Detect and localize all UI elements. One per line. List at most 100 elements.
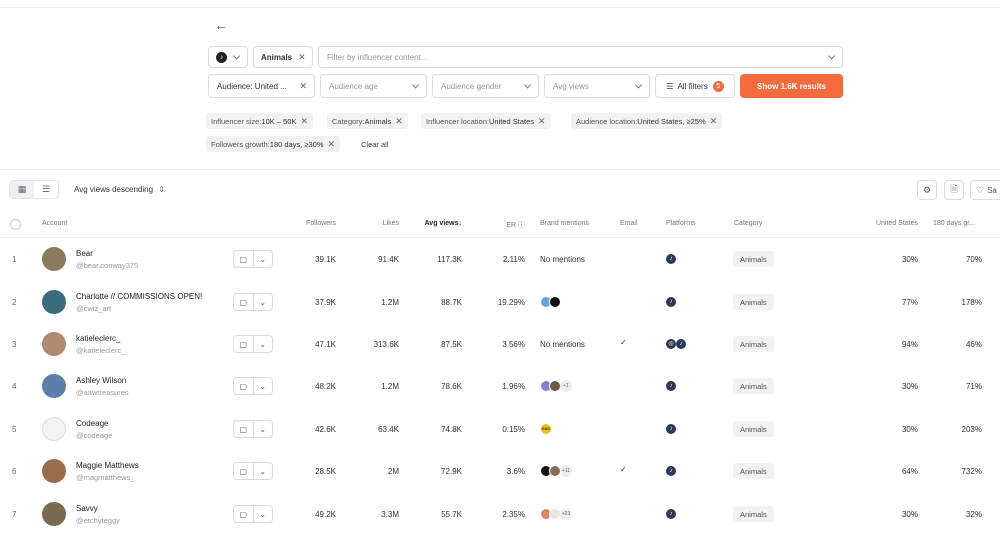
account-name[interactable]: Bear [76, 249, 93, 258]
table-row[interactable]: 5 Codeage @codeage ▢ ⌄ 42.6K 63.4K 74.8K… [0, 408, 1000, 450]
audience-location-select[interactable]: Audience: United ... ✕ [208, 74, 315, 98]
account-name[interactable]: Maggie Matthews [76, 461, 139, 470]
save-to-list-control[interactable]: ▢ ⌄ [233, 293, 273, 311]
show-results-button[interactable]: Show 1.6K results [740, 74, 843, 98]
chip-key: Influencer location: [426, 116, 489, 126]
bookmark-icon[interactable]: ▢ [234, 251, 253, 267]
more-mentions-count[interactable]: +1 [560, 380, 572, 392]
tiktok-icon[interactable]: ♪ [666, 509, 676, 519]
avatar[interactable] [42, 502, 66, 526]
chevron-down-icon[interactable]: ⌄ [252, 378, 273, 394]
search-input[interactable]: Filter by influencer content... [318, 46, 843, 68]
active-filter-chip[interactable]: Influencer size: 10K – 50K ✕ [206, 113, 314, 129]
col-brand-mentions[interactable]: Brand mentions [540, 220, 589, 227]
close-icon[interactable]: ✕ [298, 52, 306, 63]
active-filter-chip[interactable]: Category: Animals ✕ [327, 113, 408, 129]
bookmark-icon[interactable]: ▢ [234, 421, 253, 437]
close-icon[interactable]: ✕ [328, 139, 336, 150]
avg-views-select[interactable]: Avg views [544, 74, 650, 98]
bookmark-icon[interactable]: ▢ [234, 463, 253, 479]
settings-button[interactable]: ⚙ [917, 180, 937, 200]
save-to-list-control[interactable]: ▢ ⌄ [233, 250, 273, 268]
close-icon[interactable]: ✕ [538, 116, 546, 127]
growth-value: 71% [965, 382, 982, 391]
account-name[interactable]: katieleclerc_ [76, 334, 120, 343]
tiktok-icon[interactable]: ♪ [666, 254, 676, 264]
back-arrow-icon[interactable]: ← [214, 17, 228, 33]
tiktok-icon[interactable]: ♪ [666, 424, 676, 434]
account-name[interactable]: Codeage [76, 419, 108, 428]
more-mentions-count[interactable]: +23 [560, 508, 572, 520]
col-growth[interactable]: 180 days gr... [933, 220, 975, 227]
table-row[interactable]: 2 Charlotte // COMMISSIONS OPEN! @cwiz_a… [0, 281, 1000, 323]
chevron-down-icon[interactable]: ⌄ [252, 506, 273, 522]
sort-select[interactable]: Avg views descending ⇕ [74, 185, 165, 194]
audience-gender-select[interactable]: Audience gender [432, 74, 539, 98]
avatar[interactable] [42, 332, 66, 356]
avatar[interactable] [42, 374, 66, 398]
category-filter[interactable]: Animals ✕ [253, 46, 313, 68]
select-all-checkbox[interactable] [10, 219, 21, 230]
export-csv-button[interactable]: 🗎 [944, 180, 964, 200]
chevron-down-icon[interactable]: ⌄ [252, 294, 273, 310]
tiktok-icon[interactable]: ♪ [666, 381, 676, 391]
close-icon[interactable]: ✕ [395, 116, 403, 127]
col-email[interactable]: Email [620, 220, 638, 227]
table-row[interactable]: 4 Ashley Wilson @aawtreasures ▢ ⌄ 48.2K … [0, 365, 1000, 407]
more-mentions-count[interactable]: +11 [560, 465, 572, 477]
account-name[interactable]: Ashley Wilson [76, 376, 126, 385]
chevron-down-icon[interactable]: ⌄ [252, 251, 273, 267]
instagram-icon[interactable]: ◎ [666, 338, 676, 349]
active-filter-chip[interactable]: Followers growth: 180 days, ≥30% ✕ [206, 136, 341, 152]
table-row[interactable]: 1 Bear @bear.conway375 ▢ ⌄ 39.1K 91.4K 1… [0, 238, 1000, 280]
bookmark-icon[interactable]: ▢ [234, 378, 253, 394]
col-er[interactable]: ER ⓘ [495, 220, 525, 230]
table-row[interactable]: 6 Maggie Matthews @magmatthews_ ▢ ⌄ 28.5… [0, 450, 1000, 492]
avatar[interactable] [42, 417, 66, 441]
account-name[interactable]: Savvy [76, 504, 98, 513]
grid-view-icon[interactable]: ▦ [10, 181, 34, 198]
list-view-icon[interactable]: ☰ [34, 181, 58, 198]
view-toggle[interactable]: ▦ ☰ [9, 180, 59, 199]
close-icon[interactable]: ✕ [299, 81, 307, 92]
chevron-down-icon[interactable]: ⌄ [252, 336, 273, 352]
avatar[interactable] [42, 247, 66, 271]
table-row[interactable]: 3 katieleclerc_ @katieleclerc_ ▢ ⌄ 47.1K… [0, 323, 1000, 365]
save-to-list-control[interactable]: ▢ ⌄ [233, 462, 273, 480]
col-likes[interactable]: Likes [359, 220, 399, 227]
active-filter-chip[interactable]: Audience location: United States, ≥25% ✕ [571, 113, 723, 129]
all-filters-button[interactable]: ☰ All filters 5 [655, 74, 735, 98]
close-icon[interactable]: ✕ [300, 116, 308, 127]
chip-key: Influencer size: [211, 116, 262, 126]
bookmark-icon[interactable]: ▢ [234, 506, 253, 522]
col-category[interactable]: Category [734, 220, 762, 227]
clear-all-link[interactable]: Clear all [361, 140, 389, 149]
chevron-down-icon[interactable]: ⌄ [252, 463, 273, 479]
tiktok-icon[interactable]: ♪ [676, 339, 686, 349]
col-followers[interactable]: Followers [296, 220, 336, 227]
tiktok-icon[interactable]: ♪ [666, 466, 676, 476]
col-account[interactable]: Account [42, 220, 67, 227]
close-icon[interactable]: ✕ [710, 116, 718, 127]
audience-age-select[interactable]: Audience age [320, 74, 427, 98]
table-row[interactable]: 7 Savvy @etchyteggy ▢ ⌄ 49.2K 3.3M 55.7K… [0, 493, 1000, 535]
col-avg-views[interactable]: Avg views↓ [412, 220, 462, 227]
bookmark-icon[interactable]: ▢ [234, 294, 253, 310]
save-to-list-control[interactable]: ▢ ⌄ [233, 420, 273, 438]
col-platforms[interactable]: Platforms [666, 220, 696, 227]
brand-logo[interactable] [549, 296, 561, 308]
account-name[interactable]: Charlotte // COMMISSIONS OPEN! [76, 292, 202, 301]
platform-select[interactable]: ♪ [208, 46, 248, 68]
save-to-list-control[interactable]: ▢ ⌄ [233, 505, 273, 523]
avatar[interactable] [42, 290, 66, 314]
bookmark-icon[interactable]: ▢ [234, 336, 253, 352]
save-to-list-control[interactable]: ▢ ⌄ [233, 377, 273, 395]
tiktok-icon[interactable]: ♪ [666, 297, 676, 307]
save-button[interactable]: ♡ Sa [970, 180, 1000, 200]
col-united-states[interactable]: United States [858, 220, 918, 227]
save-to-list-control[interactable]: ▢ ⌄ [233, 335, 273, 353]
active-filter-chip[interactable]: Influencer location: United States ✕ [421, 113, 551, 129]
chevron-down-icon[interactable]: ⌄ [252, 421, 273, 437]
avatar[interactable] [42, 459, 66, 483]
brand-logo[interactable]: GNC [540, 423, 552, 435]
